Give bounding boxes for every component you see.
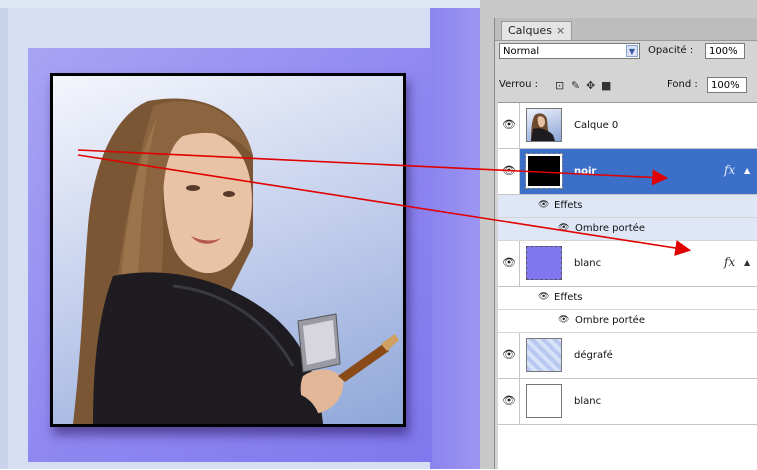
photo-layer bbox=[50, 73, 406, 427]
opacity-field[interactable]: 100% bbox=[705, 43, 745, 59]
tab-label: Calques bbox=[508, 24, 552, 37]
visibility-toggle[interactable]: 👁 bbox=[498, 241, 520, 286]
lock-pixels-icon[interactable]: ✎ bbox=[571, 79, 580, 92]
eye-icon[interactable]: 👁 bbox=[558, 223, 569, 233]
layer-row-degrafe[interactable]: 👁 dégrafé bbox=[498, 333, 757, 379]
visibility-toggle[interactable]: 👁 bbox=[498, 149, 520, 194]
chevron-down-icon[interactable]: ▼ bbox=[626, 45, 638, 57]
layer-name: dégrafé bbox=[574, 350, 613, 361]
fx-icon[interactable]: fx bbox=[724, 255, 735, 269]
gradient-layer bbox=[430, 8, 480, 469]
lock-label: Verrou : bbox=[499, 79, 539, 90]
effect-label: Ombre portée bbox=[575, 223, 645, 234]
layer-thumbnail bbox=[526, 108, 562, 142]
portrait-image bbox=[73, 98, 399, 424]
lock-all-icon[interactable]: ■ bbox=[601, 79, 611, 92]
opacity-label: Opacité : bbox=[648, 45, 694, 56]
visibility-toggle[interactable]: 👁 bbox=[498, 103, 520, 148]
lock-transparency-icon[interactable]: ⊡ bbox=[555, 79, 564, 92]
layer-thumbnail bbox=[526, 246, 562, 280]
layer-name: blanc bbox=[574, 396, 602, 407]
eye-icon[interactable]: 👁 bbox=[502, 394, 516, 407]
lock-position-icon[interactable]: ✥ bbox=[586, 79, 595, 92]
layer-row-blanc[interactable]: 👁 blanc fx ▲ bbox=[498, 241, 757, 287]
document-canvas[interactable] bbox=[0, 0, 480, 469]
fx-icon[interactable]: fx bbox=[724, 163, 735, 177]
expand-caret-icon[interactable]: ▲ bbox=[744, 258, 750, 267]
layers-list: 👁 Calque 0 👁 noir fx ▲ 👁 Effets 👁 Ombre … bbox=[498, 102, 757, 470]
effects-label: Effets bbox=[554, 292, 583, 303]
layer-row-calque-0[interactable]: 👁 Calque 0 bbox=[498, 103, 757, 149]
lock-row: Verrou : ⊡ ✎ ✥ ■ Fond : 100% bbox=[495, 77, 757, 99]
blend-mode-value: Normal bbox=[503, 46, 540, 57]
layer-row-blanc-background[interactable]: 👁 blanc bbox=[498, 379, 757, 425]
layer-thumbnail bbox=[526, 338, 562, 372]
eye-icon[interactable]: 👁 bbox=[502, 348, 516, 361]
eye-icon[interactable]: 👁 bbox=[502, 256, 516, 269]
effect-drop-shadow-noir[interactable]: 👁 Ombre portée bbox=[498, 218, 757, 241]
layer-name: noir bbox=[574, 166, 597, 177]
tab-calques[interactable]: Calques × bbox=[501, 21, 573, 40]
eye-icon[interactable]: 👁 bbox=[558, 315, 569, 325]
blend-mode-select[interactable]: Normal ▼ bbox=[499, 43, 640, 59]
expand-caret-icon[interactable]: ▲ bbox=[744, 166, 750, 175]
eye-icon[interactable]: 👁 bbox=[502, 118, 516, 131]
effects-row-noir[interactable]: 👁 Effets bbox=[498, 195, 757, 218]
eye-icon[interactable]: 👁 bbox=[502, 164, 516, 177]
effect-label: Ombre portée bbox=[575, 315, 645, 326]
layer-name: Calque 0 bbox=[574, 120, 619, 131]
fill-field[interactable]: 100% bbox=[707, 77, 747, 93]
layer-row-noir[interactable]: 👁 noir fx ▲ bbox=[498, 149, 757, 195]
layer-thumbnail bbox=[526, 384, 562, 418]
effects-row-blanc[interactable]: 👁 Effets bbox=[498, 287, 757, 310]
effect-drop-shadow-blanc[interactable]: 👁 Ombre portée bbox=[498, 310, 757, 333]
effects-label: Effets bbox=[554, 200, 583, 211]
layer-thumbnail bbox=[525, 153, 563, 189]
eye-icon[interactable]: 👁 bbox=[538, 200, 549, 210]
blend-row: Normal ▼ Opacité : 100% bbox=[495, 43, 757, 65]
fill-label: Fond : bbox=[667, 79, 698, 90]
eye-icon[interactable]: 👁 bbox=[538, 292, 549, 302]
layer-name: blanc bbox=[574, 258, 602, 269]
visibility-toggle[interactable]: 👁 bbox=[498, 333, 520, 378]
tab-close-icon[interactable]: × bbox=[556, 24, 565, 37]
layers-panel: Calques × Normal ▼ Opacité : 100% Verrou … bbox=[494, 18, 757, 470]
panel-tab-strip: Calques × bbox=[495, 18, 757, 41]
visibility-toggle[interactable]: 👁 bbox=[498, 379, 520, 424]
canvas-top-strip bbox=[0, 0, 480, 8]
